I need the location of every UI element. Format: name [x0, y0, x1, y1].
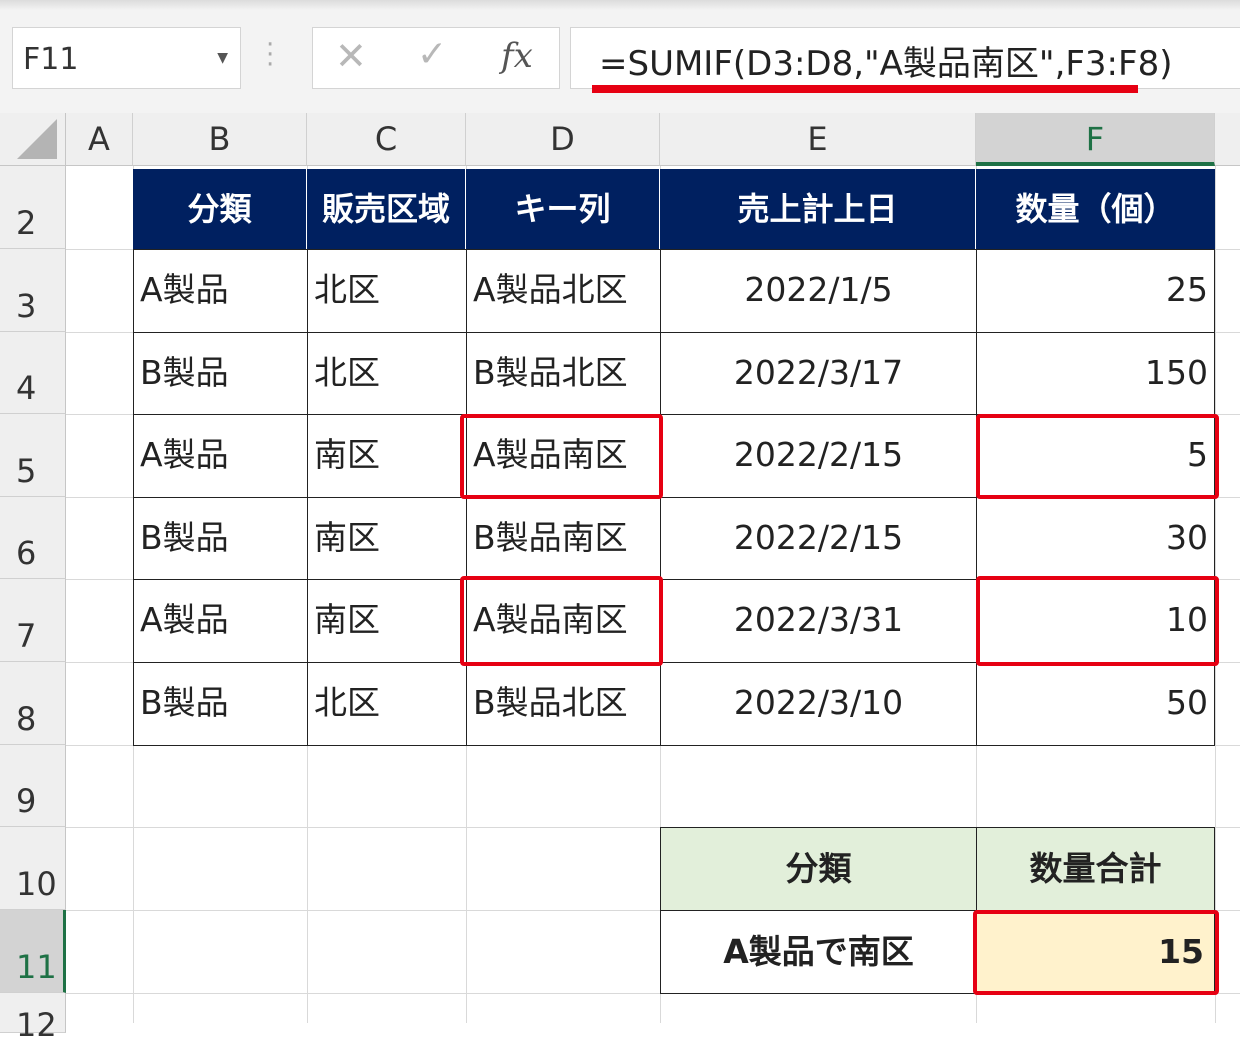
select-all-triangle-icon: [17, 119, 57, 159]
highlight-box-quantity-row5: [976, 414, 1219, 499]
cell-key[interactable]: B製品北区: [466, 332, 661, 415]
column-header-b[interactable]: B: [133, 113, 307, 166]
cell-quantity[interactable]: 25: [976, 249, 1215, 333]
row-number: 5: [16, 452, 37, 490]
row-number: 7: [16, 617, 37, 655]
cell-category[interactable]: A製品: [133, 579, 308, 663]
row-number: 3: [16, 287, 37, 325]
cell-region[interactable]: 南区: [307, 579, 467, 663]
row-number: 4: [16, 369, 37, 407]
cell-category[interactable]: B製品: [133, 332, 308, 415]
cell-region[interactable]: 北区: [307, 662, 467, 746]
row-header-9[interactable]: 9: [0, 745, 66, 827]
row-number: 11: [16, 948, 57, 986]
cell-date[interactable]: 2022/1/5: [660, 249, 977, 333]
row-number: 6: [16, 534, 37, 572]
header-category[interactable]: 分類: [133, 169, 307, 249]
header-key-column[interactable]: キー列: [466, 169, 660, 249]
row-number: 12: [16, 1006, 57, 1044]
cell-date[interactable]: 2022/3/17: [660, 332, 977, 415]
cell-category[interactable]: A製品: [133, 249, 308, 333]
dropdown-arrow-icon[interactable]: ▼: [217, 50, 228, 66]
row-header-5[interactable]: 5: [0, 414, 66, 497]
active-cell-highlight: [973, 910, 1219, 995]
cell-quantity[interactable]: 150: [976, 332, 1215, 415]
cell-category[interactable]: B製品: [133, 497, 308, 580]
formula-input[interactable]: =SUMIF(D3:D8,"A製品南区",F3:F8): [570, 27, 1240, 89]
row-header-4[interactable]: 4: [0, 332, 66, 414]
cell-date[interactable]: 2022/2/15: [660, 414, 977, 498]
cell-key[interactable]: A製品北区: [466, 249, 661, 333]
cell-region[interactable]: 北区: [307, 332, 467, 415]
cell-key[interactable]: B製品南区: [466, 497, 661, 580]
worksheet-grid[interactable]: A B C D E F 2 3 4 5 6 7 8 9 10 11 12 分類 …: [0, 113, 1240, 1044]
cell-quantity[interactable]: 50: [976, 662, 1215, 746]
header-quantity[interactable]: 数量（個）: [976, 169, 1215, 249]
row-header-6[interactable]: 6: [0, 497, 66, 579]
row-number: 9: [16, 782, 37, 820]
cell-date[interactable]: 2022/2/15: [660, 497, 977, 580]
cell-region[interactable]: 南区: [307, 414, 467, 498]
select-all-corner[interactable]: [0, 113, 66, 166]
summary-header-category[interactable]: 分類: [660, 827, 977, 911]
column-header-a[interactable]: A: [66, 113, 133, 166]
header-sales-date[interactable]: 売上計上日: [660, 169, 976, 249]
formula-buttons: ✕ ✓ fx: [312, 27, 560, 89]
cell-region[interactable]: 北区: [307, 249, 467, 333]
column-header-e[interactable]: E: [660, 113, 976, 166]
row-header-10[interactable]: 10: [0, 827, 66, 910]
row-header-11[interactable]: 11: [0, 910, 66, 993]
ribbon-edge: [0, 0, 1240, 10]
summary-label[interactable]: A製品で南区: [660, 910, 977, 994]
row-number: 8: [16, 700, 37, 738]
cell-quantity[interactable]: 30: [976, 497, 1215, 580]
row-header-2[interactable]: 2: [0, 166, 66, 249]
name-box[interactable]: F11 ▼: [12, 27, 241, 89]
column-header-next[interactable]: [1215, 113, 1240, 166]
cancel-icon[interactable]: ✕: [335, 34, 367, 78]
column-header-f[interactable]: F: [976, 113, 1215, 166]
cell-region[interactable]: 南区: [307, 497, 467, 580]
cell-date[interactable]: 2022/3/31: [660, 579, 977, 663]
drag-handle-icon[interactable]: · · ·: [266, 32, 274, 78]
row-header-7[interactable]: 7: [0, 579, 66, 662]
cell-category[interactable]: A製品: [133, 414, 308, 498]
highlight-box-key-row7: [460, 576, 663, 666]
highlight-box-key-row5: [460, 414, 663, 499]
insert-function-icon[interactable]: fx: [501, 36, 533, 76]
row-header-12[interactable]: 12: [0, 993, 66, 1044]
formula-highlight-underline: [592, 85, 1138, 93]
formula-toolbar: F11 ▼ · · · ✕ ✓ fx =SUMIF(D3:D8,"A製品南区",F3…: [0, 0, 1240, 113]
row-number: 2: [16, 204, 37, 242]
cell-key[interactable]: B製品北区: [466, 662, 661, 746]
summary-header-total[interactable]: 数量合計: [976, 827, 1215, 911]
cell-category[interactable]: B製品: [133, 662, 308, 746]
row-header-3[interactable]: 3: [0, 249, 66, 332]
check-icon[interactable]: ✓: [417, 34, 447, 75]
formula-text: =SUMIF(D3:D8,"A製品南区",F3:F8): [599, 44, 1173, 84]
cell-date[interactable]: 2022/3/10: [660, 662, 977, 746]
row-number: 10: [16, 865, 57, 903]
highlight-box-quantity-row7: [976, 576, 1219, 666]
column-header-c[interactable]: C: [307, 113, 466, 166]
name-box-value: F11: [23, 42, 79, 77]
row-header-8[interactable]: 8: [0, 662, 66, 745]
header-sales-region[interactable]: 販売区域: [307, 169, 466, 249]
column-header-d[interactable]: D: [466, 113, 660, 166]
